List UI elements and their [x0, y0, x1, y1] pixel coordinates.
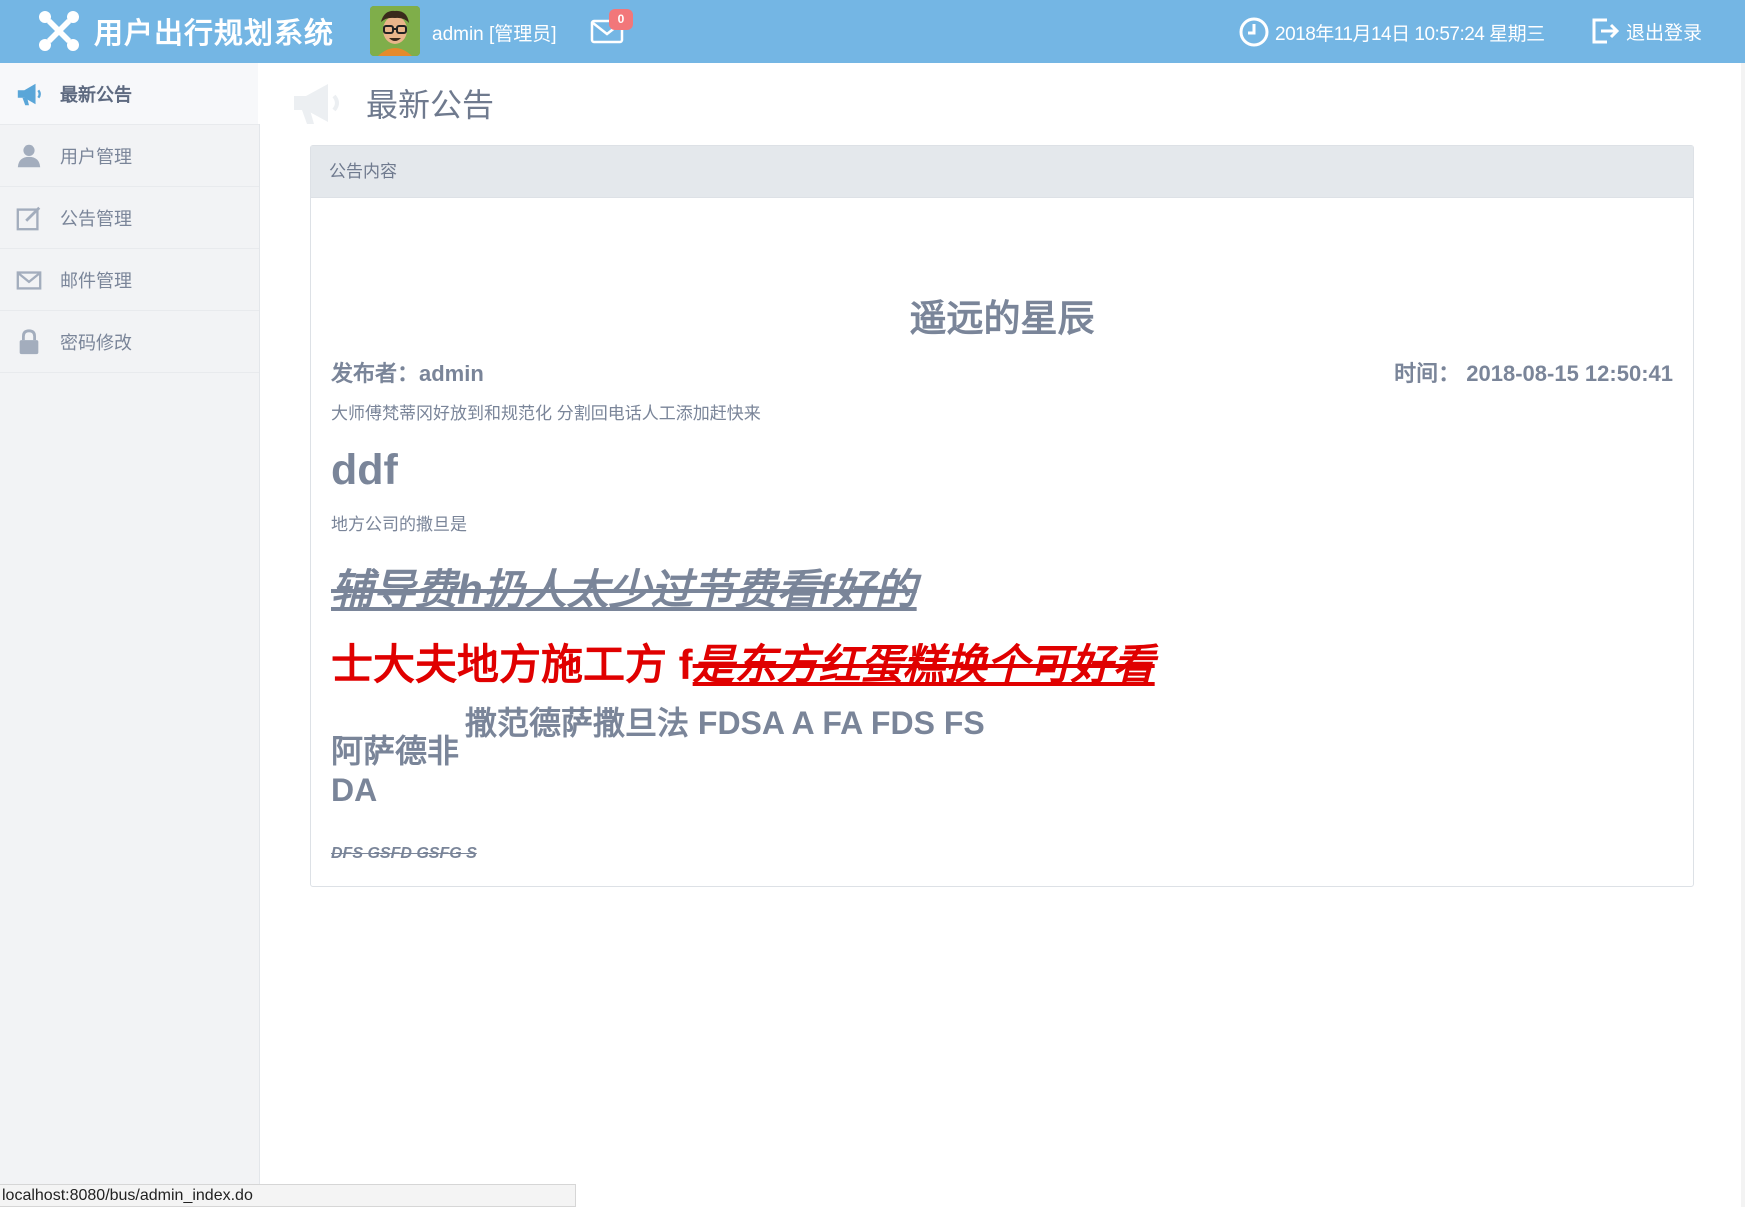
- mixed-text-b: 撒范德萨撒旦法 FDSA A FA FDS FS: [465, 705, 985, 741]
- sidebar-item-label: 邮件管理: [60, 270, 132, 291]
- notice-small-strike: DFS GSFD GSFG S: [331, 845, 477, 862]
- mixed-text-c: DA: [331, 772, 378, 808]
- sidebar-item-user-management[interactable]: 用户管理: [0, 125, 259, 187]
- scrollbar[interactable]: [1741, 63, 1745, 1207]
- brand[interactable]: 用户出行规划系统: [36, 8, 334, 54]
- sidebar-item-label: 用户管理: [60, 146, 132, 167]
- user-icon: [14, 141, 44, 171]
- joomla-logo-icon: [39, 11, 79, 51]
- mail-icon: [14, 265, 44, 295]
- notice-time: 时间： 2018-08-15 12:50:41: [1394, 361, 1673, 386]
- megaphone-icon: [14, 79, 44, 109]
- logout-icon: [1592, 18, 1620, 44]
- sidebar-item-label: 最新公告: [60, 84, 132, 105]
- avatar[interactable]: [370, 6, 420, 56]
- notice-strike-heading: 辅导费h扔人太少过节费看f好的: [331, 566, 917, 613]
- status-bar-url: localhost:8080/bus/admin_index.do: [0, 1184, 576, 1207]
- sidebar-item-notice-management[interactable]: 公告管理: [0, 187, 259, 249]
- notice-publisher: 发布者：admin: [331, 361, 484, 386]
- page-title: 最新公告: [366, 87, 495, 123]
- notice-panel: 公告内容 遥远的星辰 发布者：admin 时间： 2018-08-15 12:5…: [310, 145, 1694, 887]
- page-header: 最新公告: [290, 78, 494, 128]
- sidebar-item-label: 公告管理: [60, 208, 132, 229]
- sidebar-item-password-change[interactable]: 密码修改: [0, 311, 259, 373]
- panel-header: 公告内容: [311, 146, 1693, 198]
- clock-icon: [1239, 17, 1269, 47]
- sidebar-item-mail-management[interactable]: 邮件管理: [0, 249, 259, 311]
- notice-paragraph: 地方公司的撒旦是: [331, 515, 467, 534]
- notice-paragraph: 大师傅梵蒂冈好放到和规范化 分割回电话人工添加赶快来: [331, 404, 761, 423]
- sidebar: 最新公告 用户管理 公告管理 邮件管理 密码修改: [0, 63, 260, 1207]
- top-bar: 用户出行规划系统 admin [管理员] 0 2018年11月14日 10:57…: [0, 0, 1745, 63]
- notice-title: 遥远的星辰: [909, 298, 1095, 339]
- datetime: 2018年11月14日 10:57:24 星期三: [1275, 24, 1545, 45]
- edit-icon: [14, 203, 44, 233]
- red-plain-text: 士大夫地方施工方 f: [331, 641, 693, 688]
- notice-red-line: 士大夫地方施工方 f是东方红蛋糕换个可好看: [331, 631, 1155, 692]
- notice-heading: ddf: [331, 446, 398, 494]
- logout-label: 退出登录: [1626, 22, 1703, 44]
- avatar-icon: [370, 6, 420, 56]
- mixed-text-a: 阿萨德非: [331, 733, 460, 769]
- megaphone-icon: [294, 84, 339, 124]
- mail-count-badge: 0: [609, 9, 633, 30]
- lock-icon: [14, 327, 44, 357]
- app-title: 用户出行规划系统: [94, 18, 335, 50]
- user-label[interactable]: admin [管理员]: [432, 19, 557, 46]
- logout-button[interactable]: 退出登录: [1590, 16, 1702, 46]
- red-emphasis-text: 是东方红蛋糕换个可好看: [692, 641, 1155, 688]
- sidebar-item-label: 密码修改: [60, 332, 132, 353]
- sidebar-item-latest-notice[interactable]: 最新公告: [0, 63, 260, 125]
